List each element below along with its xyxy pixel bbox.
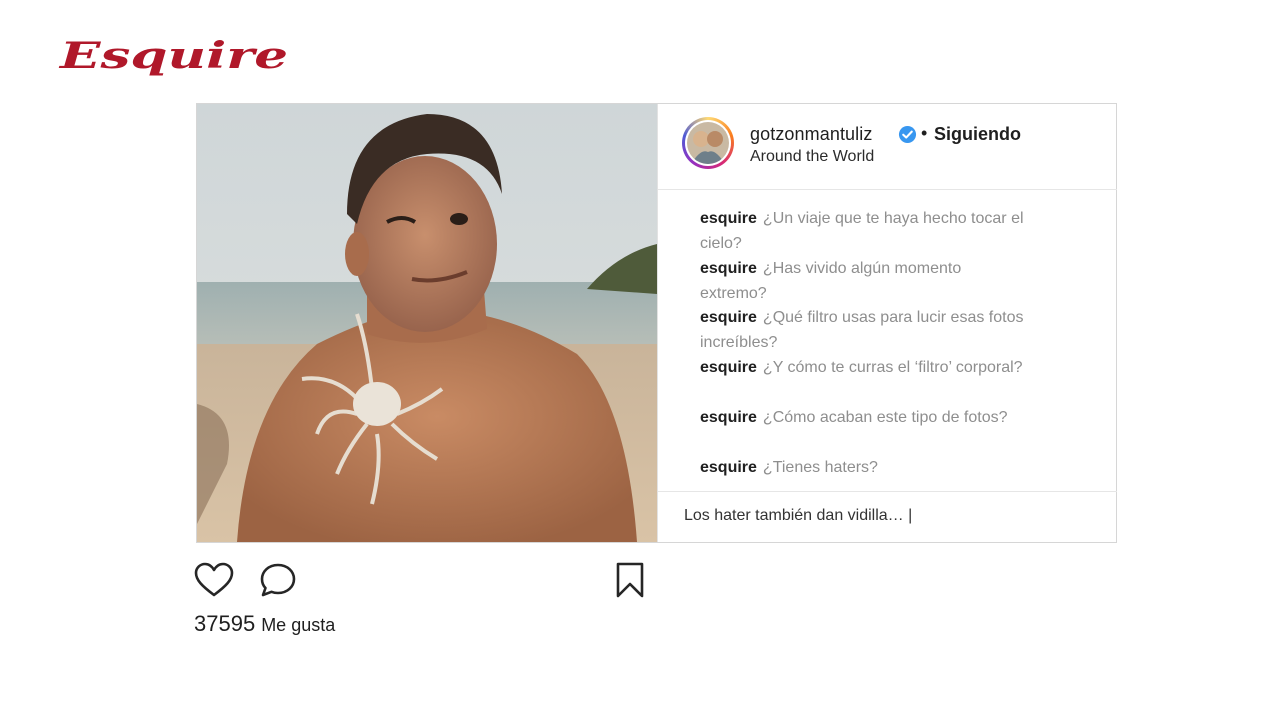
comment: esquire ¿Cómo acaban este tipo de fotos? [700, 405, 1030, 430]
comment-author[interactable]: esquire [700, 260, 757, 277]
comment-text: ¿Cómo acaban este tipo de fotos? [762, 409, 1008, 426]
following-button[interactable]: Siguiendo [934, 124, 1021, 145]
comment: esquire ¿Y cómo te curras el ‘filtro’ cor… [700, 355, 1030, 380]
post-sidebar: gotzonmantuliz • Siguiendo Around the Wo… [657, 104, 1117, 542]
bookmark-icon[interactable] [614, 562, 646, 598]
comment-input[interactable]: Los hater también dan vidilla… | [684, 507, 912, 525]
comment-author[interactable]: esquire [700, 459, 757, 476]
comment-text: ¿Tienes haters? [762, 459, 878, 476]
comment: esquire ¿Qué filtro usas para lucir esas … [700, 305, 1030, 355]
instagram-post: gotzonmantuliz • Siguiendo Around the Wo… [196, 103, 1117, 543]
comment-bubble-icon[interactable] [258, 562, 298, 598]
location-link[interactable]: Around the World [750, 148, 874, 166]
post-photo[interactable] [197, 104, 657, 542]
verified-badge-icon [898, 125, 917, 144]
comment-author[interactable]: esquire [700, 359, 757, 376]
logo-text: Esquire [59, 38, 288, 77]
add-comment-bar[interactable]: Los hater también dan vidilla… | [658, 491, 1117, 542]
comment-text: ¿Y cómo te curras el ‘filtro’ corporal? [762, 359, 1023, 376]
comment: esquire ¿Tienes haters? [700, 455, 1030, 480]
heart-icon[interactable] [194, 562, 234, 598]
comment: esquire ¿Has vivido algún momento extremo… [700, 256, 1030, 306]
avatar[interactable] [682, 117, 734, 169]
likes-label: Me gusta [261, 615, 336, 635]
comment-author[interactable]: esquire [700, 309, 757, 326]
likes-count[interactable]: 37595 Me gusta [194, 611, 335, 637]
comment-author[interactable]: esquire [700, 409, 757, 426]
comment: esquire ¿Un viaje que te haya hecho tocar… [700, 206, 1030, 256]
separator-dot: • [921, 123, 928, 143]
username-link[interactable]: gotzonmantuliz [750, 124, 872, 145]
post-actions [194, 562, 654, 602]
esquire-logo: Esquire [58, 38, 292, 78]
likes-number: 37595 [194, 611, 256, 636]
post-header: gotzonmantuliz • Siguiendo Around the Wo… [658, 104, 1117, 190]
comment-author[interactable]: esquire [700, 210, 757, 227]
